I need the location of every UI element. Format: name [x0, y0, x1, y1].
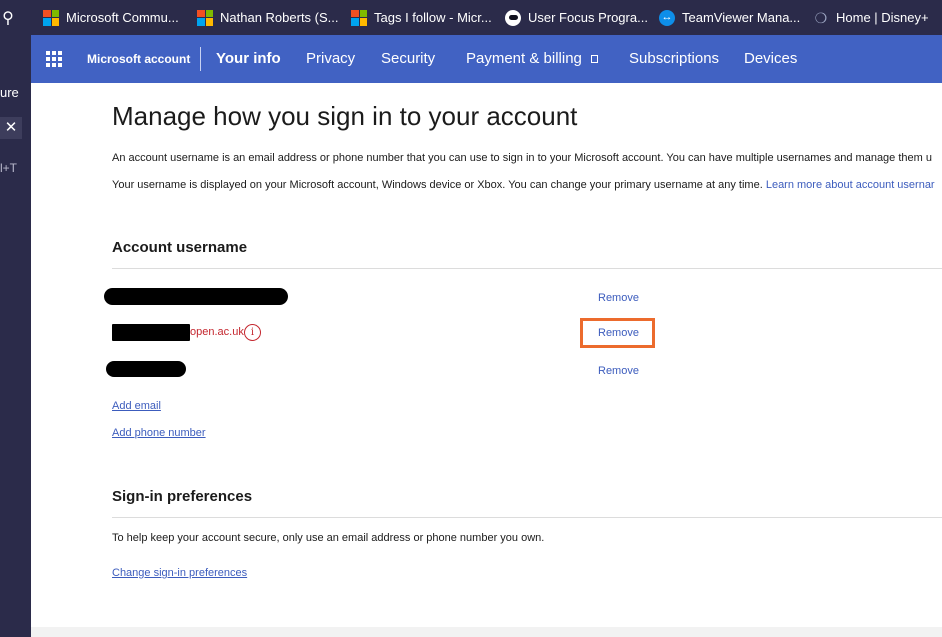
page-title: Manage how you sign in to your account [112, 101, 578, 131]
nav-divider [200, 47, 201, 71]
signin-help-text: To help keep your account secure, only u… [112, 532, 545, 544]
nav-privacy[interactable]: Privacy [306, 35, 355, 83]
user-focus-icon [505, 9, 521, 26]
signin-preferences-heading: Sign-in preferences [112, 488, 253, 505]
side-panel-text: ure [0, 85, 19, 100]
side-panel: ⚲ ure ✕ l+T [0, 10, 31, 637]
nav-devices[interactable]: Devices [744, 35, 797, 83]
brand-link[interactable]: Microsoft account [87, 35, 190, 83]
microsoft-logo-icon [43, 9, 59, 26]
learn-more-link[interactable]: Learn more about account usernar [766, 179, 935, 191]
change-signin-preferences-link[interactable]: Change sign-in preferences [112, 567, 247, 579]
bookmark-tags-i-follow[interactable]: Tags I follow - Micr... [351, 0, 492, 35]
bookmark-teamviewer[interactable]: ↔ TeamViewer Mana... [659, 0, 800, 35]
nav-security[interactable]: Security [381, 35, 435, 83]
bookmark-user-focus[interactable]: User Focus Progra... [505, 0, 648, 35]
intro-text-2: Your username is displayed on your Micro… [112, 179, 935, 191]
bookmark-label: User Focus Progra... [528, 10, 648, 25]
microsoft-logo-icon [351, 9, 367, 26]
warning-info-icon[interactable]: i [244, 324, 261, 341]
pin-icon[interactable]: ⚲ [0, 9, 20, 29]
bookmark-label: TeamViewer Mana... [682, 10, 801, 25]
remove-alias-3-link[interactable]: Remove [598, 365, 639, 377]
bookmark-label: Microsoft Commu... [66, 10, 179, 25]
app-launcher-icon[interactable] [46, 51, 62, 67]
external-link-icon [590, 55, 598, 63]
section-divider [112, 517, 942, 518]
redacted-alias [112, 324, 190, 341]
bookmark-disney-plus[interactable]: ❍ Home | Disney+ [813, 0, 929, 35]
microsoft-logo-icon [197, 9, 213, 26]
account-username-heading: Account username [112, 239, 248, 256]
close-icon[interactable]: ✕ [0, 117, 22, 139]
add-phone-number-link[interactable]: Add phone number [112, 427, 206, 439]
intro-text: An account username is an email address … [112, 152, 932, 164]
nav-payment-billing-label: Payment & billing [466, 50, 582, 67]
nav-your-info[interactable]: Your info [216, 35, 281, 83]
disney-plus-icon: ❍ [814, 9, 828, 26]
bookmark-microsoft-community[interactable]: Microsoft Commu... [43, 0, 179, 35]
highlight-box [580, 318, 655, 348]
intro-text-2-body: Your username is displayed on your Micro… [112, 179, 766, 191]
teamviewer-icon: ↔ [659, 9, 675, 26]
bookmark-label: Nathan Roberts (S... [220, 10, 339, 25]
alias-domain-text: open.ac.uk [190, 326, 244, 338]
bookmarks-bar: Microsoft Commu... Nathan Roberts (S... … [0, 0, 942, 35]
bookmark-label: Tags I follow - Micr... [374, 10, 492, 25]
redacted-alias [106, 361, 186, 377]
section-divider [112, 268, 942, 269]
nav-payment-billing[interactable]: Payment & billing [466, 35, 598, 83]
add-email-link[interactable]: Add email [112, 400, 161, 412]
nav-subscriptions[interactable]: Subscriptions [629, 35, 719, 83]
bookmark-label: Home | Disney+ [836, 10, 929, 25]
redacted-alias [104, 288, 288, 305]
remove-alias-1-link[interactable]: Remove [598, 292, 639, 304]
account-nav: Microsoft account Your info Privacy Secu… [31, 35, 942, 83]
side-panel-shortcut: l+T [0, 161, 18, 175]
bookmark-nathan-roberts[interactable]: Nathan Roberts (S... [197, 0, 339, 35]
footer-band [31, 627, 942, 637]
